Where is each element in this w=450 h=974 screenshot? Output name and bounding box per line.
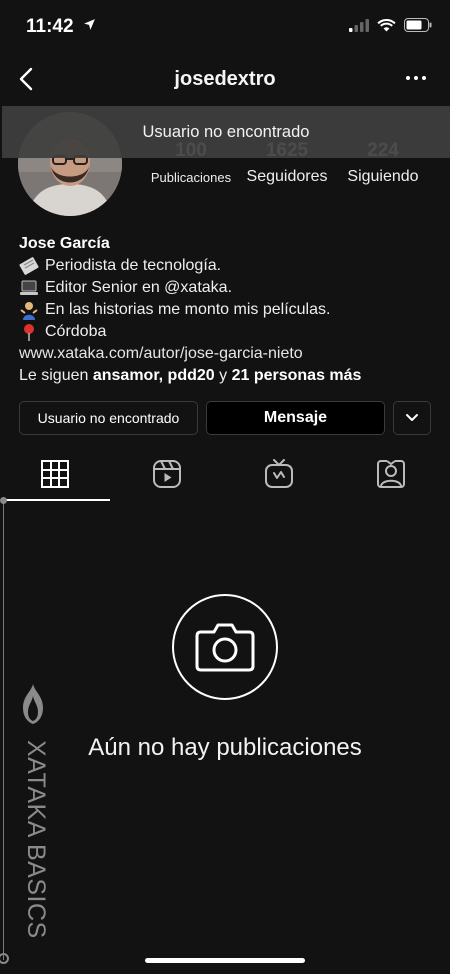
bio-text: Córdoba: [45, 323, 107, 340]
followers-label: Seguidores: [246, 168, 328, 185]
profile-username: josedextro: [174, 68, 276, 90]
tab-tagged[interactable]: [336, 448, 446, 500]
followed-by-prefix: Le siguen: [19, 367, 89, 384]
profile-name: Jose García: [19, 235, 110, 252]
profile-tabs: [0, 448, 450, 501]
battery-icon: [404, 18, 432, 32]
camera-icon: [195, 623, 255, 672]
toast-message: Usuario no encontrado: [142, 123, 310, 141]
more-horizontal-icon: [406, 76, 426, 80]
newspaper-icon: [19, 257, 39, 275]
status-bar: 11:42: [0, 0, 450, 56]
person-shrugging-icon: [20, 302, 38, 320]
watermark-ring: [0, 953, 9, 964]
laptop-icon: [20, 280, 38, 295]
home-indicator[interactable]: [145, 958, 305, 963]
bio-line: Córdoba: [19, 321, 439, 343]
posts-label: Publicaciones: [150, 170, 232, 185]
website-link[interactable]: www.xataka.com/autor/jose-garcia-nieto: [19, 343, 439, 365]
followed-by-join: y: [219, 367, 228, 384]
empty-posts-camera: [172, 594, 278, 700]
chevron-down-icon: [406, 414, 418, 421]
grid-icon: [41, 460, 69, 488]
tagged-icon: [377, 459, 405, 488]
profile-bio: Jose García Periodista de tecnología. Ed…: [19, 233, 439, 387]
status-time-text: 11:42: [26, 16, 74, 37]
bio-text: Periodista de tecnología.: [45, 257, 222, 274]
location-arrow-icon: [83, 19, 95, 30]
tab-igtv[interactable]: [224, 448, 334, 500]
xataka-logo-icon: [23, 684, 43, 724]
follow-button[interactable]: Usuario no encontrado: [19, 401, 198, 435]
followed-by[interactable]: Le siguen ansamor, pdd20 y 21 personas m…: [19, 365, 439, 387]
bio-line: En las historias me monto mis películas.: [19, 299, 439, 321]
profile-header: josedextro: [0, 56, 450, 104]
status-time: 11:42: [26, 16, 96, 38]
cellular-signal-icon: [349, 18, 369, 32]
bio-line: Periodista de tecnología.: [19, 255, 439, 277]
wifi-icon: [377, 19, 396, 32]
watermark-dot: [0, 497, 7, 504]
status-icons: [349, 18, 432, 32]
followed-by-names: ansamor, pdd20: [92, 367, 215, 384]
watermark-line: [3, 500, 4, 960]
round-pushpin-icon: [24, 324, 34, 341]
empty-posts-message: Aún no hay publicaciones: [88, 734, 362, 761]
error-toast: Usuario no encontrado: [2, 106, 450, 158]
bio-text: En las historias me monto mis películas.: [45, 301, 331, 318]
watermark-text: XATAKA BASICS: [22, 740, 50, 939]
suggested-accounts-button[interactable]: [393, 401, 431, 435]
igtv-icon: [265, 459, 293, 488]
tab-grid[interactable]: [0, 448, 110, 501]
more-options-button[interactable]: [404, 66, 428, 90]
following-label: Siguiendo: [347, 168, 419, 185]
message-button[interactable]: Mensaje: [206, 401, 385, 435]
bio-line: Editor Senior en @xataka.: [19, 277, 439, 299]
followed-by-more: 21 personas más: [231, 367, 362, 384]
tab-reels[interactable]: [112, 448, 222, 500]
bio-text: Editor Senior en @xataka.: [45, 279, 233, 296]
reels-icon: [153, 460, 181, 488]
